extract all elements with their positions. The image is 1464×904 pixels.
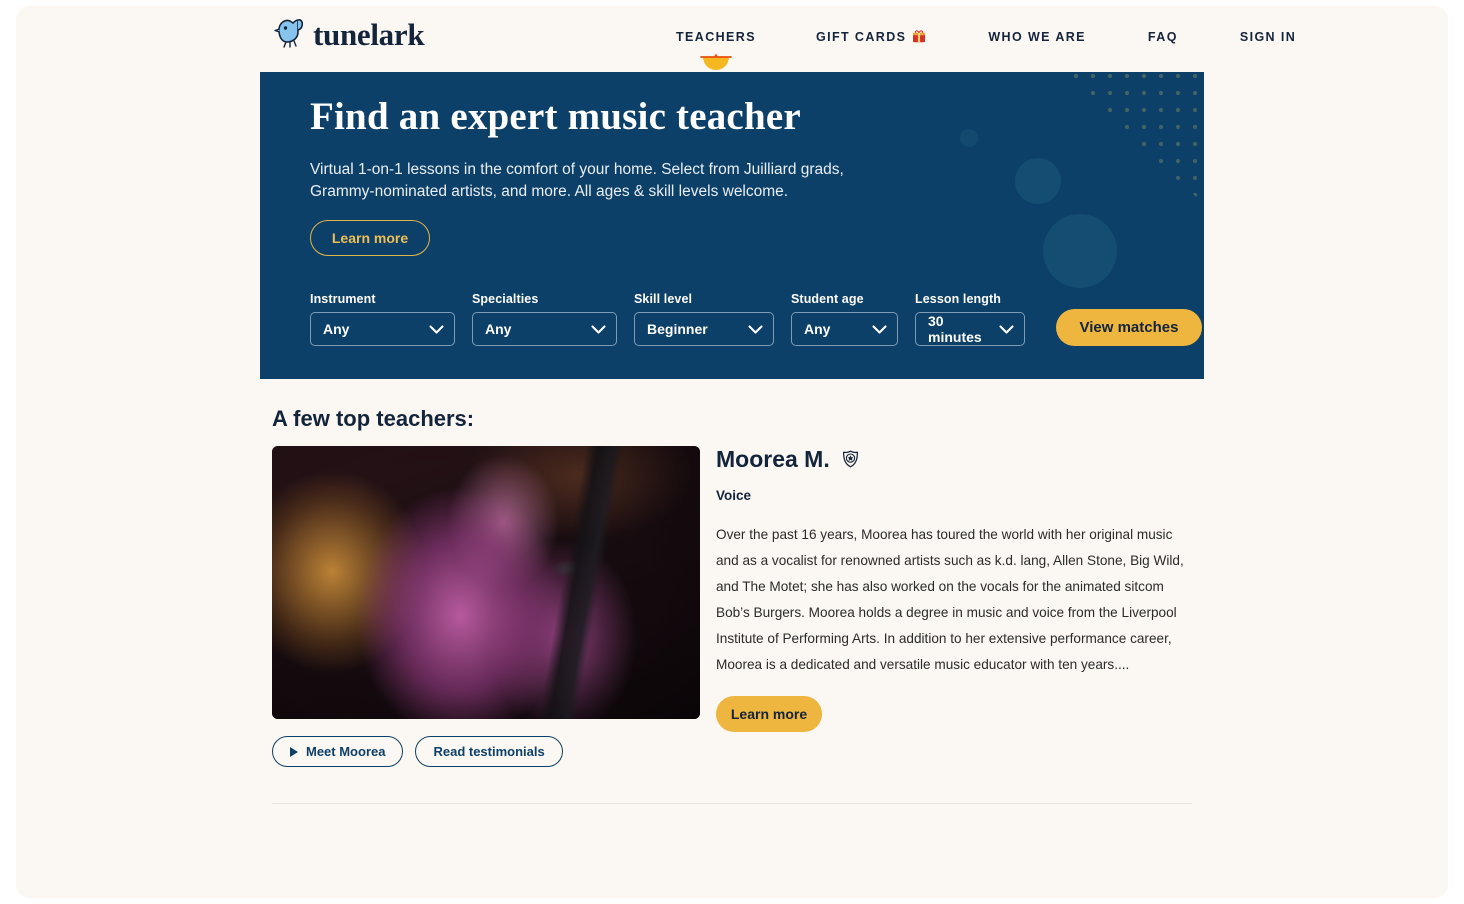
filter-select-instrument[interactable]: Any	[310, 312, 455, 346]
meet-teacher-label: Meet Moorea	[306, 744, 386, 759]
filter-label-skill-level: Skill level	[634, 292, 693, 306]
nav-item-who-we-are[interactable]: WHO WE ARE	[988, 24, 1086, 50]
decor-circle-tiny	[960, 129, 978, 147]
nav-label-teachers: TEACHERS	[676, 30, 756, 44]
chevron-down-icon	[748, 324, 763, 334]
gift-box-icon	[912, 29, 926, 46]
filter-select-student-age[interactable]: Any	[791, 312, 898, 346]
filter-label-instrument: Instrument	[310, 292, 376, 306]
brand-name: tunelark	[313, 16, 425, 52]
filter-skill-level: Skill level Beginner	[634, 292, 774, 346]
chevron-down-icon	[999, 324, 1014, 334]
decor-dot-pattern	[1004, 72, 1204, 272]
nav-item-sign-in[interactable]: SIGN IN	[1240, 24, 1296, 50]
hero-learn-more-button[interactable]: Learn more	[310, 220, 430, 256]
chevron-down-icon	[429, 324, 444, 334]
hero-title: Find an expert music teacher	[310, 95, 801, 138]
nav-label-sign-in: SIGN IN	[1239, 30, 1297, 44]
filter-specialties: Specialties Any	[472, 292, 617, 346]
nav-item-faq[interactable]: FAQ	[1148, 24, 1178, 50]
view-matches-button[interactable]: View matches	[1056, 309, 1202, 346]
active-tab-underline-icon	[699, 52, 733, 70]
filter-student-age: Student age Any	[791, 292, 898, 346]
teacher-details: Moorea M. Voice Over the past 16 years, …	[716, 446, 1206, 732]
chevron-down-icon	[872, 324, 887, 334]
main-navigation: TEACHERS GIFT CARDS WHO WE ARE FAQ SIGN …	[656, 6, 1448, 70]
read-testimonials-label: Read testimonials	[433, 744, 545, 759]
teacher-name: Moorea M.	[716, 446, 830, 472]
nav-item-gift-cards[interactable]: GIFT CARDS	[816, 23, 926, 52]
filter-label-specialties: Specialties	[472, 292, 539, 306]
bird-music-note-logo-icon	[271, 12, 311, 57]
filter-select-specialties[interactable]: Any	[472, 312, 617, 346]
filter-label-lesson-length: Lesson length	[915, 292, 1002, 306]
nav-item-teachers[interactable]: TEACHERS	[676, 24, 756, 70]
section-heading: A few top teachers:	[272, 406, 475, 431]
filter-value-instrument: Any	[323, 321, 350, 337]
filter-value-student-age: Any	[804, 321, 831, 337]
filter-select-skill-level[interactable]: Beginner	[634, 312, 774, 346]
meet-teacher-button[interactable]: Meet Moorea	[272, 736, 404, 767]
site-header: tunelark TEACHERS GIFT CARDS WHO WE ARE …	[16, 6, 1448, 70]
filter-value-specialties: Any	[485, 321, 512, 337]
brand-logo[interactable]: tunelark	[271, 12, 425, 57]
read-testimonials-button[interactable]: Read testimonials	[415, 736, 563, 767]
nav-label-gift-cards: GIFT CARDS	[815, 30, 907, 44]
filter-value-lesson-length: 30 minutes	[928, 313, 982, 345]
teacher-card-actions: Meet Moorea Read testimonials	[272, 736, 563, 767]
teacher-bio: Over the past 16 years, Moorea has toure…	[716, 527, 1184, 672]
nav-label-faq: FAQ	[1147, 30, 1178, 44]
nav-label-who-we-are: WHO WE ARE	[988, 30, 1086, 44]
filter-lesson-length: Lesson length 30 minutes	[915, 292, 1025, 346]
page-root: tunelark TEACHERS GIFT CARDS WHO WE ARE …	[16, 6, 1448, 898]
chevron-down-icon	[591, 324, 606, 334]
teacher-search-filters: Instrument Any Specialties Any Skill lev…	[310, 292, 1202, 346]
section-divider	[272, 803, 1192, 804]
filter-select-lesson-length[interactable]: 30 minutes	[915, 312, 1025, 346]
filter-instrument: Instrument Any	[310, 292, 455, 346]
teacher-subject: Voice	[716, 488, 752, 503]
filter-label-student-age: Student age	[791, 292, 864, 306]
play-icon	[290, 746, 298, 757]
photo-vignette	[272, 446, 700, 719]
filter-value-skill-level: Beginner	[647, 321, 708, 337]
teacher-learn-more-button[interactable]: Learn more	[716, 696, 822, 732]
hero-subtitle: Virtual 1-on-1 lessons in the comfort of…	[310, 161, 844, 200]
verified-badge-icon	[842, 450, 859, 473]
teacher-photo[interactable]	[272, 446, 700, 719]
hero-banner: Find an expert music teacher Virtual 1-o…	[260, 72, 1204, 379]
